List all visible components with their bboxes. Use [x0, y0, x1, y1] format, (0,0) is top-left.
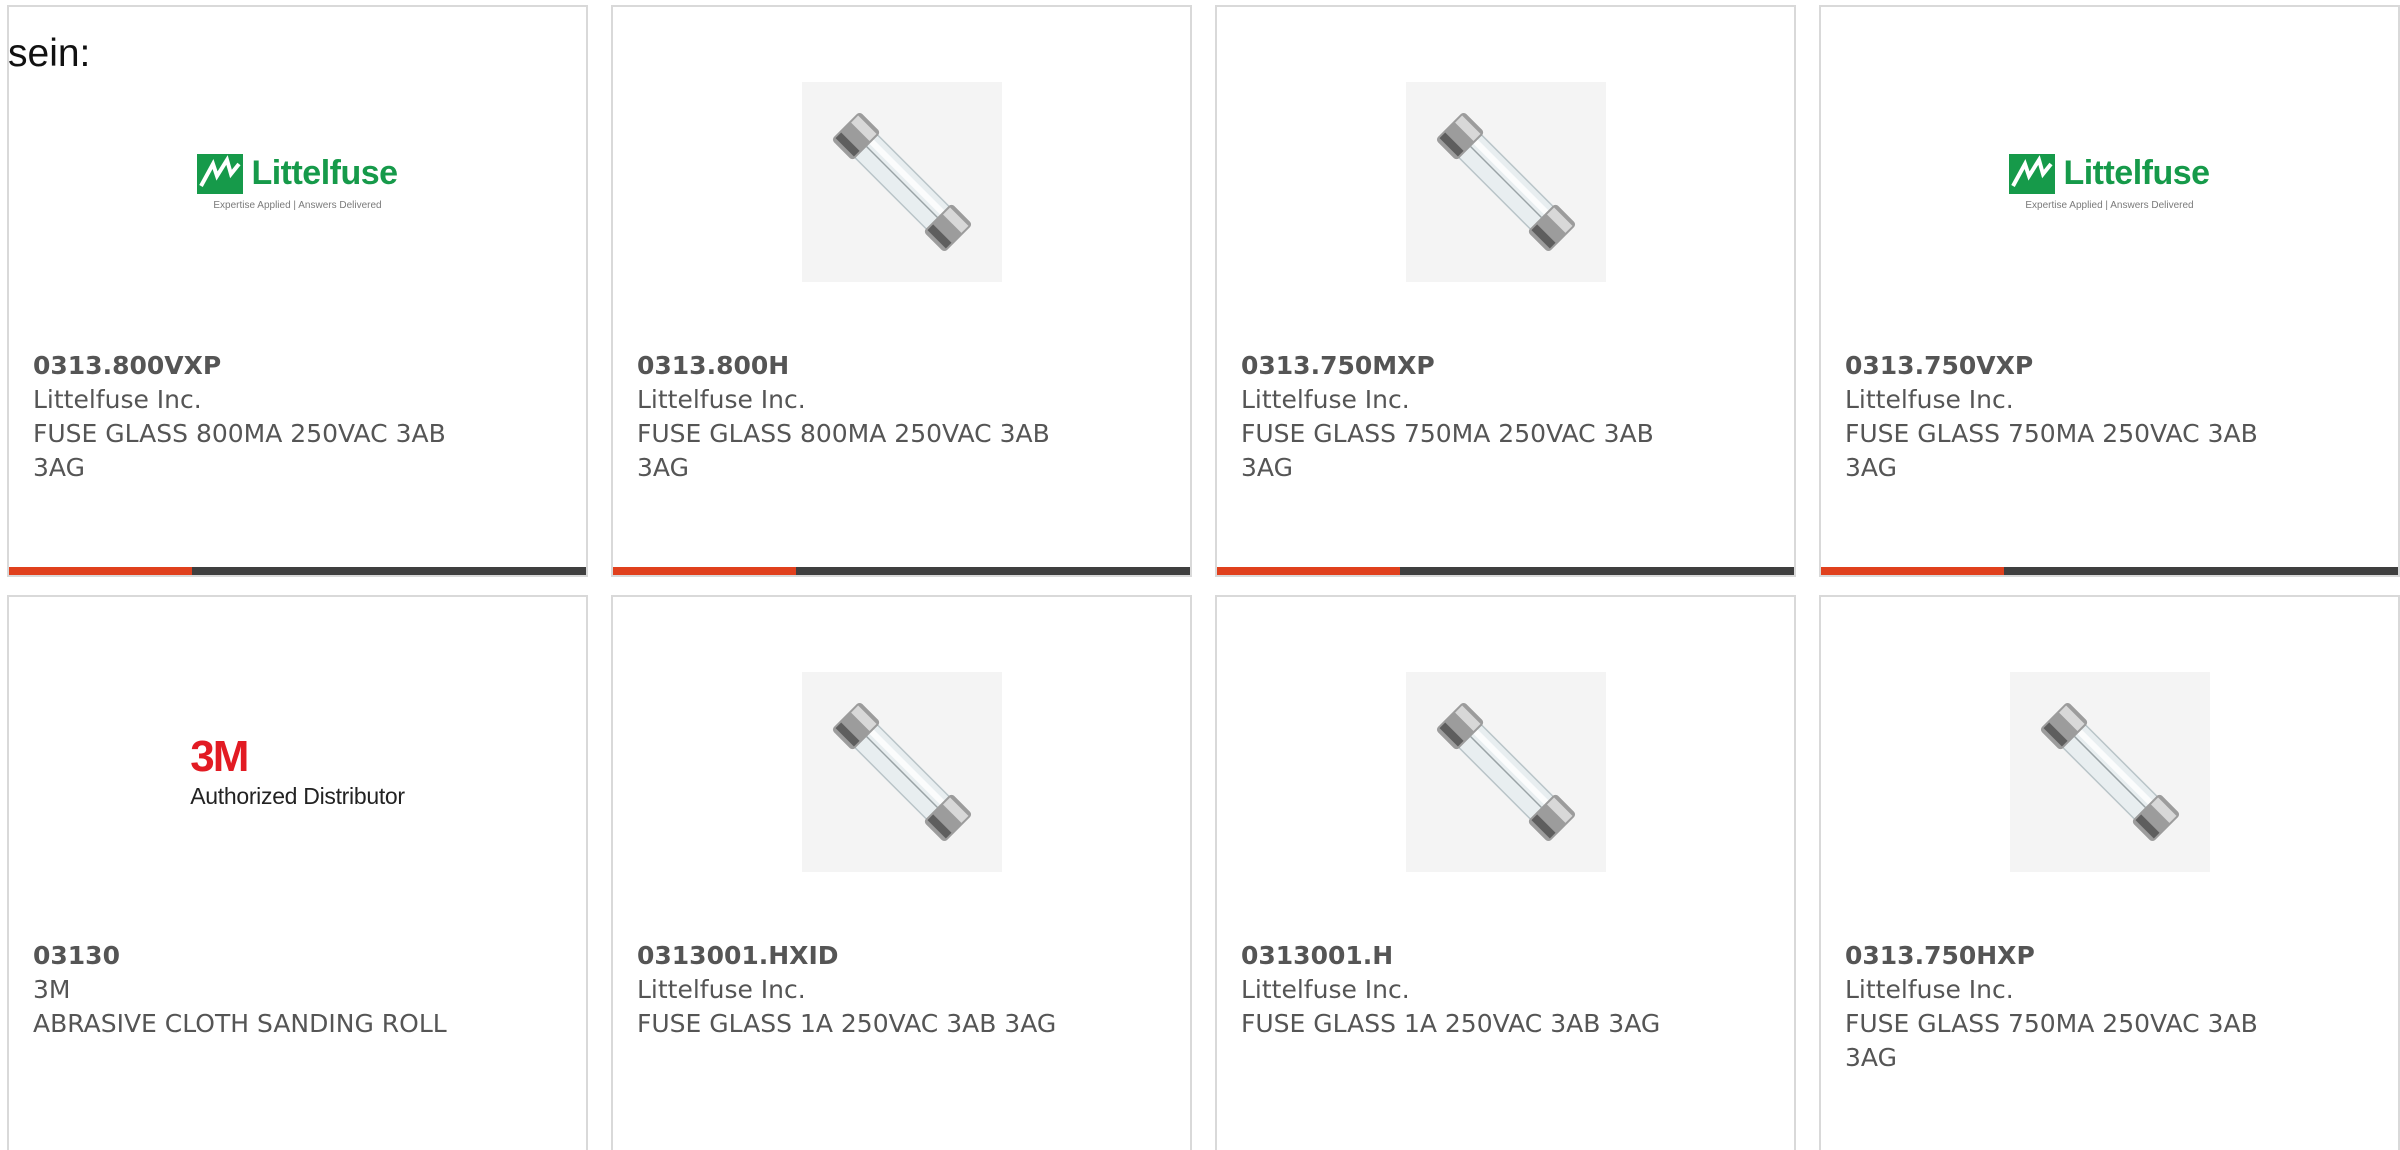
glass-fuse-image: [1405, 672, 1606, 872]
product-card[interactable]: 0313001.H Littelfuse Inc. FUSE GLASS 1A 25…: [1215, 595, 1796, 1150]
product-thumbnail[interactable]: [1217, 667, 1794, 877]
product-description: FUSE GLASS 1A 250VAC 3AB 3AG: [1241, 1009, 1661, 1038]
manufacturer: Littelfuse Inc.: [1845, 975, 2014, 1004]
manufacturer: 3M: [33, 975, 71, 1004]
littelfuse-emblem-icon: [2009, 153, 2056, 194]
part-number-link[interactable]: 0313001.HXID: [637, 939, 1067, 973]
part-number-link[interactable]: 0313001.H: [1241, 939, 1671, 973]
3m-authorized-distributor-logo: 3M Authorized Distributor: [190, 731, 405, 810]
3m-subtitle: Authorized Distributor: [190, 782, 405, 809]
part-number-link[interactable]: 0313.750HXP: [1845, 939, 2275, 973]
product-info: 0313.750HXP Littelfuse Inc. FUSE GLASS 750…: [1845, 939, 2275, 1075]
card-bottom-bar: [9, 567, 586, 575]
card-accent-bar: [1217, 567, 1400, 575]
part-number-link[interactable]: 0313.750MXP: [1241, 349, 1671, 383]
product-grid: Littelfuse Expertise Applied | Answers De…: [7, 5, 2400, 1150]
part-number-link[interactable]: 0313.800H: [637, 349, 1067, 383]
product-card[interactable]: 3M Authorized Distributor 03130 3M ABRASIVE …: [7, 595, 588, 1150]
product-thumbnail[interactable]: [1217, 77, 1794, 287]
product-description: FUSE GLASS 750MA 250VAC 3AB 3AG: [1845, 1009, 2258, 1072]
glass-fuse-image: [1405, 82, 1606, 282]
product-description: FUSE GLASS 1A 250VAC 3AB 3AG: [637, 1009, 1057, 1038]
glass-fuse-image: [801, 672, 1002, 872]
manufacturer: Littelfuse Inc.: [33, 385, 202, 414]
intro-text: sein:: [8, 32, 91, 75]
product-info: 0313.750MXP Littelfuse Inc. FUSE GLASS 750…: [1241, 349, 1671, 485]
product-card[interactable]: 0313.800H Littelfuse Inc. FUSE GLASS 800MA…: [611, 5, 1192, 577]
product-card[interactable]: Littelfuse Expertise Applied | Answers De…: [1819, 5, 2400, 577]
glass-fuse-image: [801, 82, 1002, 282]
littelfuse-logo: Littelfuse Expertise Applied | Answers De…: [2009, 153, 2210, 211]
product-info: 0313.800VXP Littelfuse Inc. FUSE GLASS 800…: [33, 349, 463, 485]
3m-mark: 3M: [190, 731, 249, 781]
card-accent-bar: [613, 567, 796, 575]
product-thumbnail[interactable]: [1821, 667, 2398, 877]
product-description: ABRASIVE CLOTH SANDING ROLL: [33, 1009, 447, 1038]
manufacturer: Littelfuse Inc.: [1241, 975, 1410, 1004]
product-info: 0313001.H Littelfuse Inc. FUSE GLASS 1A 25…: [1241, 939, 1671, 1041]
product-description: FUSE GLASS 750MA 250VAC 3AB 3AG: [1845, 419, 2258, 482]
card-accent-bar: [9, 567, 192, 575]
littelfuse-logo: Littelfuse Expertise Applied | Answers De…: [197, 153, 398, 211]
product-thumbnail[interactable]: [613, 667, 1190, 877]
product-description: FUSE GLASS 800MA 250VAC 3AB 3AG: [637, 419, 1050, 482]
product-card[interactable]: 0313001.HXID Littelfuse Inc. FUSE GLASS 1A…: [611, 595, 1192, 1150]
manufacturer: Littelfuse Inc.: [1241, 385, 1410, 414]
product-card[interactable]: Littelfuse Expertise Applied | Answers De…: [7, 5, 588, 577]
manufacturer: Littelfuse Inc.: [637, 385, 806, 414]
littelfuse-tagline: Expertise Applied | Answers Delivered: [213, 199, 382, 211]
product-thumbnail[interactable]: Littelfuse Expertise Applied | Answers De…: [9, 77, 586, 287]
littelfuse-wordmark: Littelfuse: [251, 154, 398, 192]
product-description: FUSE GLASS 800MA 250VAC 3AB 3AG: [33, 419, 446, 482]
part-number-link[interactable]: 03130: [33, 939, 463, 973]
card-bottom-bar: [1217, 567, 1794, 575]
card-bottom-bar: [1821, 567, 2398, 575]
product-info: 0313.800H Littelfuse Inc. FUSE GLASS 800MA…: [637, 349, 1067, 485]
product-info: 0313001.HXID Littelfuse Inc. FUSE GLASS 1A…: [637, 939, 1067, 1041]
product-info: 0313.750VXP Littelfuse Inc. FUSE GLASS 750…: [1845, 349, 2275, 485]
part-number-link[interactable]: 0313.800VXP: [33, 349, 463, 383]
product-description: FUSE GLASS 750MA 250VAC 3AB 3AG: [1241, 419, 1654, 482]
card-bottom-bar: [613, 567, 1190, 575]
product-card[interactable]: 0313.750MXP Littelfuse Inc. FUSE GLASS 750…: [1215, 5, 1796, 577]
product-card[interactable]: 0313.750HXP Littelfuse Inc. FUSE GLASS 750…: [1819, 595, 2400, 1150]
part-number-link[interactable]: 0313.750VXP: [1845, 349, 2275, 383]
littelfuse-wordmark: Littelfuse: [2063, 154, 2210, 192]
product-info: 03130 3M ABRASIVE CLOTH SANDING ROLL: [33, 939, 463, 1041]
littelfuse-tagline: Expertise Applied | Answers Delivered: [2025, 199, 2194, 211]
manufacturer: Littelfuse Inc.: [1845, 385, 2014, 414]
product-thumbnail[interactable]: 3M Authorized Distributor: [9, 667, 586, 877]
glass-fuse-image: [2009, 672, 2210, 872]
manufacturer: Littelfuse Inc.: [637, 975, 806, 1004]
product-thumbnail[interactable]: [613, 77, 1190, 287]
card-accent-bar: [1821, 567, 2004, 575]
littelfuse-emblem-icon: [197, 153, 244, 194]
product-thumbnail[interactable]: Littelfuse Expertise Applied | Answers De…: [1821, 77, 2398, 287]
